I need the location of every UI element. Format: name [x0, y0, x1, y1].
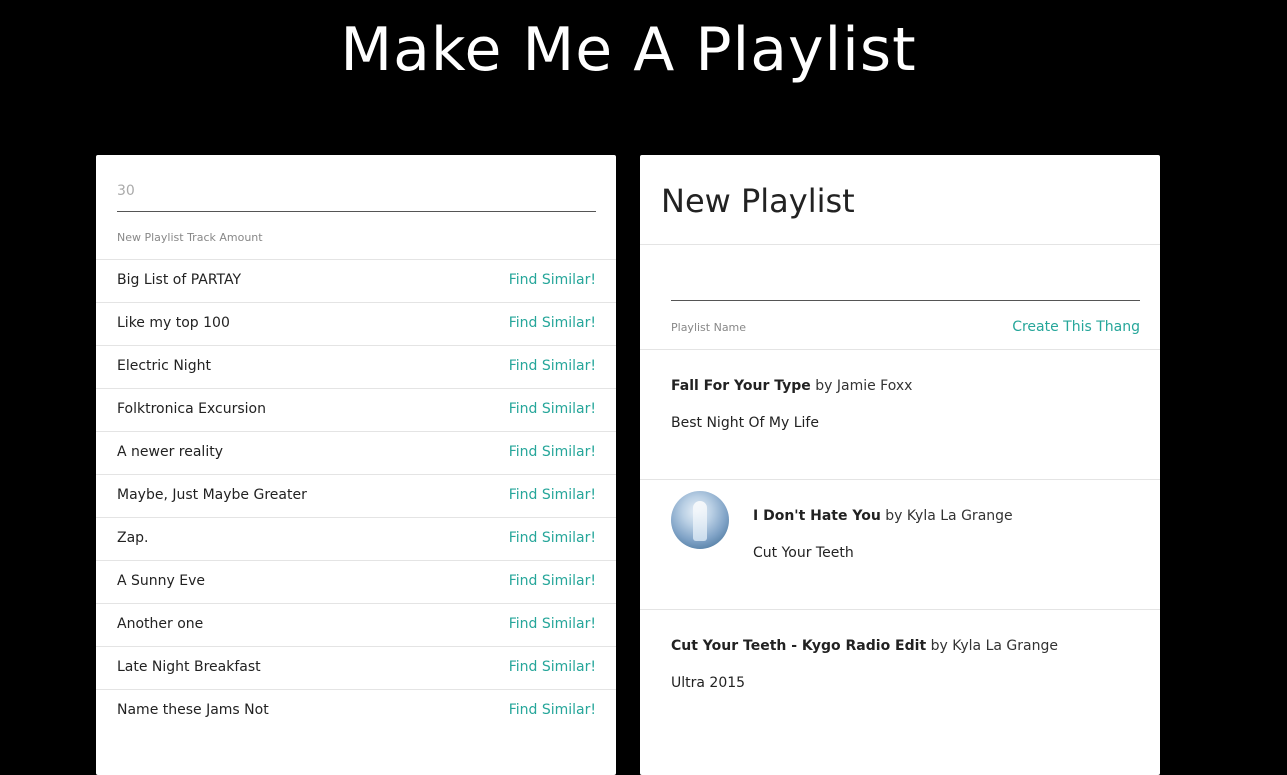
playlist-name: Folktronica Excursion	[117, 401, 266, 417]
divider	[640, 244, 1160, 245]
find-similar-button[interactable]: Find Similar!	[509, 444, 596, 460]
playlist-row: Electric Night Find Similar!	[96, 345, 616, 388]
page-title: Make Me A Playlist	[340, 15, 917, 85]
song-artist: by Jamie Foxx	[815, 378, 913, 394]
find-similar-button[interactable]: Find Similar!	[509, 702, 596, 718]
find-similar-button[interactable]: Find Similar!	[509, 659, 596, 675]
album-art-image	[671, 491, 729, 549]
track-amount-field	[117, 173, 596, 212]
new-playlist-title: New Playlist	[661, 182, 855, 220]
playlist-name: Electric Night	[117, 358, 211, 374]
playlist-name-input[interactable]	[671, 263, 1140, 298]
song-title-line: Fall For Your Type by Jamie Foxx	[671, 378, 912, 394]
playlist-row: Zap. Find Similar!	[96, 517, 616, 560]
find-similar-button[interactable]: Find Similar!	[509, 358, 596, 374]
find-similar-button[interactable]: Find Similar!	[509, 401, 596, 417]
playlist-row: Like my top 100 Find Similar!	[96, 302, 616, 345]
find-similar-button[interactable]: Find Similar!	[509, 573, 596, 589]
playlist-name: Name these Jams Not	[117, 702, 269, 718]
playlist-list: Big List of PARTAY Find Similar! Like my t…	[96, 259, 616, 732]
playlist-name-field	[671, 263, 1140, 301]
playlist-name: Zap.	[117, 530, 149, 546]
song-title: Cut Your Teeth - Kygo Radio Edit	[671, 638, 927, 654]
find-similar-button[interactable]: Find Similar!	[509, 487, 596, 503]
playlist-name: Another one	[117, 616, 204, 632]
find-similar-button[interactable]: Find Similar!	[509, 315, 596, 331]
playlist-row: A newer reality Find Similar!	[96, 431, 616, 474]
playlist-name: Big List of PARTAY	[117, 272, 242, 288]
playlist-row: A Sunny Eve Find Similar!	[96, 560, 616, 603]
song-album: Best Night Of My Life	[671, 415, 819, 431]
find-similar-button[interactable]: Find Similar!	[509, 530, 596, 546]
song-title: Fall For Your Type	[671, 378, 811, 394]
create-playlist-button[interactable]: Create This Thang	[1012, 319, 1140, 335]
song-item: Fall For Your Type by Jamie Foxx Best Nig…	[640, 349, 1160, 480]
find-similar-button[interactable]: Find Similar!	[509, 616, 596, 632]
playlist-name-label: Playlist Name	[671, 321, 747, 334]
track-amount-input[interactable]	[117, 173, 596, 209]
playlist-name: Like my top 100	[117, 315, 230, 331]
playlist-row: Maybe, Just Maybe Greater Find Similar!	[96, 474, 616, 517]
song-album: Cut Your Teeth	[753, 545, 854, 561]
song-item: I Don't Hate You by Kyla La Grange Cut Yo…	[640, 479, 1160, 610]
playlist-name: A Sunny Eve	[117, 573, 206, 589]
find-similar-button[interactable]: Find Similar!	[509, 272, 596, 288]
song-item: Cut Your Teeth - Kygo Radio Edit by Kyla…	[640, 609, 1160, 740]
song-album: Ultra 2015	[671, 675, 746, 691]
playlist-name: Late Night Breakfast	[117, 659, 261, 675]
song-artist: by Kyla La Grange	[930, 638, 1058, 654]
track-amount-label: New Playlist Track Amount	[117, 231, 263, 244]
playlist-row: Name these Jams Not Find Similar!	[96, 689, 616, 732]
song-title: I Don't Hate You	[753, 508, 881, 524]
playlist-name: A newer reality	[117, 444, 223, 460]
song-title-line: I Don't Hate You by Kyla La Grange	[753, 508, 1013, 524]
song-artist: by Kyla La Grange	[885, 508, 1013, 524]
song-title-line: Cut Your Teeth - Kygo Radio Edit by Kyla…	[671, 638, 1058, 654]
playlist-name: Maybe, Just Maybe Greater	[117, 487, 307, 503]
playlist-row: Another one Find Similar!	[96, 603, 616, 646]
playlist-row: Big List of PARTAY Find Similar!	[96, 259, 616, 302]
playlist-source-card: New Playlist Track Amount Big List of PA…	[96, 155, 616, 775]
playlist-row: Folktronica Excursion Find Similar!	[96, 388, 616, 431]
playlist-row: Late Night Breakfast Find Similar!	[96, 646, 616, 689]
new-playlist-card: New Playlist Playlist Name Create This T…	[640, 155, 1160, 775]
